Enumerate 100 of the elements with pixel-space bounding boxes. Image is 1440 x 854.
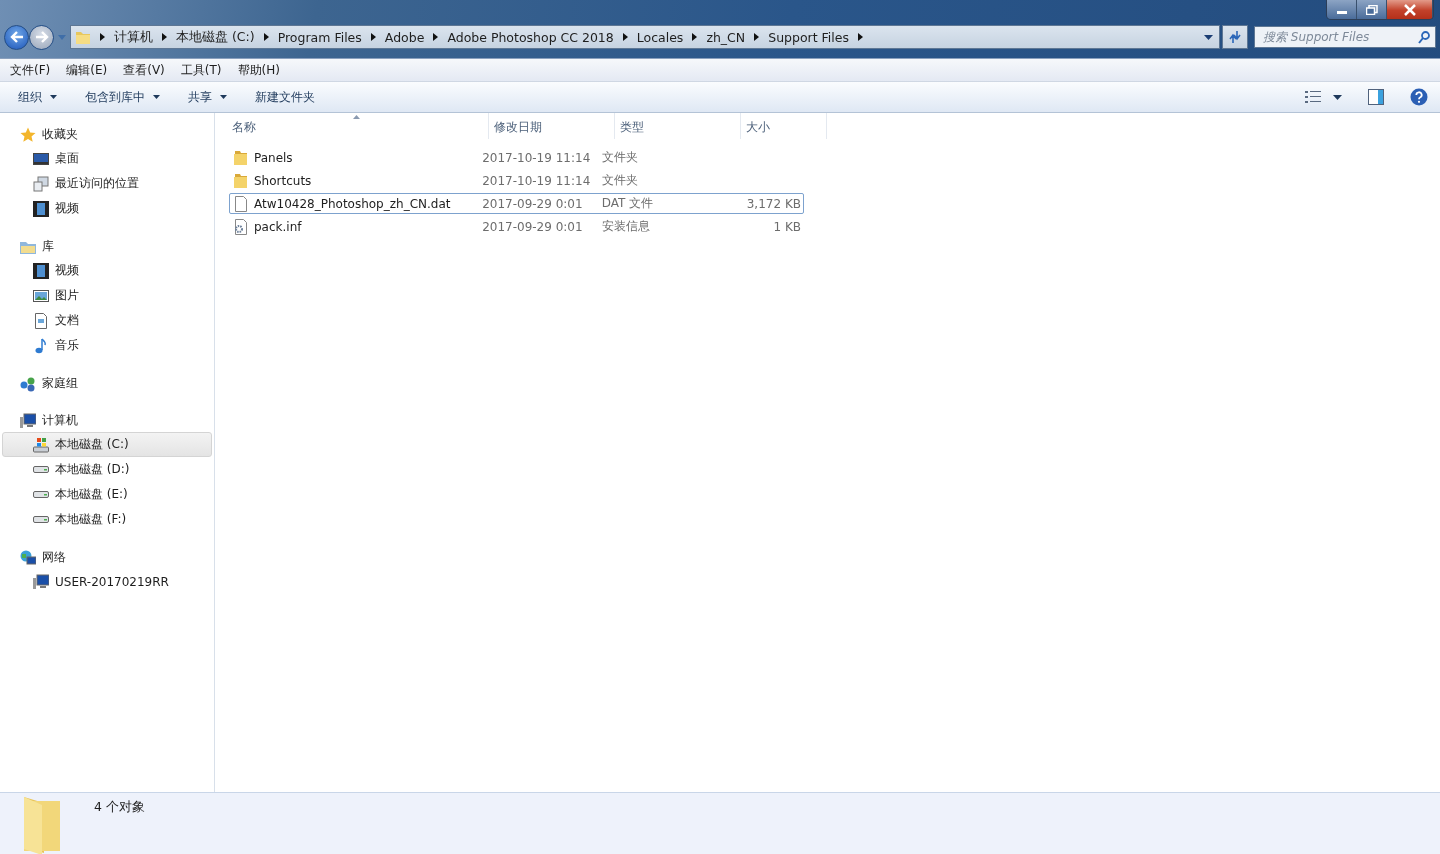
breadcrumb-item[interactable]: Adobe Photoshop CC 2018 xyxy=(447,29,614,45)
breadcrumb-arrow-icon[interactable] xyxy=(100,33,105,41)
file-size: 3,172 KB xyxy=(746,196,801,211)
modified-date: 2017-09-29 0:01 xyxy=(481,219,584,234)
sidebar-item[interactable]: 本地磁盘 (C:) xyxy=(2,432,212,457)
breadcrumb-item[interactable]: Adobe xyxy=(384,29,425,45)
toolbar-button[interactable]: 包含到库中 xyxy=(77,84,168,110)
sidebar-group[interactable]: 网络 xyxy=(0,546,214,569)
file-name: Panels xyxy=(254,150,293,165)
file-type: 安装信息 xyxy=(601,218,651,235)
file-type: 文件夹 xyxy=(601,172,639,189)
homegroup-icon xyxy=(20,375,36,392)
film-icon xyxy=(33,262,49,279)
menu-item[interactable]: 工具(T) xyxy=(180,61,222,79)
column-header[interactable]: 类型 xyxy=(615,113,741,139)
caret-icon xyxy=(50,95,57,99)
sidebar-item[interactable]: 最近访问的位置 xyxy=(2,171,212,196)
search-icon xyxy=(1418,31,1430,44)
modified-date: 2017-10-19 11:14 xyxy=(481,173,592,188)
forward-button[interactable] xyxy=(29,24,54,50)
sidebar-group[interactable]: 计算机 xyxy=(0,409,214,432)
file-row[interactable]: Atw10428_Photoshop_zh_CN.dat 2017-09-29 0:01 DAT 文件 3,172 KB xyxy=(229,193,804,214)
minimize-button[interactable] xyxy=(1327,0,1357,19)
computer-icon xyxy=(20,412,36,429)
breadcrumb-arrow-icon[interactable] xyxy=(858,33,864,41)
file-row[interactable]: Shortcuts 2017-10-19 11:14 文件夹 xyxy=(229,170,804,191)
music-note-icon xyxy=(33,337,49,354)
menu-item[interactable]: 帮助(H) xyxy=(237,61,280,79)
menu-item[interactable]: 查看(V) xyxy=(123,61,165,79)
refresh-button[interactable] xyxy=(1222,25,1248,49)
drive-icon xyxy=(33,436,49,453)
caret-icon xyxy=(1333,94,1342,100)
toolbar-button[interactable]: 新建文件夹 xyxy=(247,84,323,110)
film-icon xyxy=(33,200,49,217)
folder-icon xyxy=(75,29,91,45)
folder-icon xyxy=(233,149,249,166)
sidebar-item[interactable]: 本地磁盘 (D:) xyxy=(2,457,212,482)
star-icon xyxy=(20,126,36,143)
file-size: 1 KB xyxy=(773,219,801,234)
sidebar-item[interactable]: 视频 xyxy=(2,258,212,283)
search-field[interactable]: 搜索 Support Files xyxy=(1254,26,1436,48)
back-button[interactable] xyxy=(4,24,29,50)
sidebar-group[interactable]: 库 xyxy=(0,235,214,258)
menu-item[interactable]: 文件(F) xyxy=(10,61,51,79)
breadcrumb-item[interactable]: 计算机 xyxy=(114,28,153,46)
item-count: 4 个对象 xyxy=(94,799,145,816)
forward-arrow-icon xyxy=(34,31,49,43)
address-dropdown-icon[interactable] xyxy=(1204,34,1213,40)
breadcrumb-arrow-icon[interactable] xyxy=(263,33,269,41)
computer-icon xyxy=(33,573,49,590)
column-header[interactable]: 大小 xyxy=(741,113,827,139)
breadcrumb-arrow-icon[interactable] xyxy=(754,33,760,41)
sidebar-item[interactable]: 本地磁盘 (E:) xyxy=(2,482,212,507)
column-header[interactable]: 修改日期 xyxy=(489,113,615,139)
breadcrumb-item[interactable]: Locales xyxy=(636,29,684,45)
back-arrow-icon xyxy=(9,31,24,43)
sidebar-group[interactable]: 收藏夹 xyxy=(0,123,214,146)
file-row[interactable]: Panels 2017-10-19 11:14 文件夹 xyxy=(229,147,804,168)
breadcrumb-arrow-icon[interactable] xyxy=(622,33,628,41)
restore-button[interactable] xyxy=(1357,0,1387,19)
sidebar-item[interactable]: 视频 xyxy=(2,196,212,221)
file-row[interactable]: pack.inf 2017-09-29 0:01 安装信息 1 KB xyxy=(229,216,804,237)
breadcrumb-item[interactable]: Program Files xyxy=(277,29,362,45)
modified-date: 2017-10-19 11:14 xyxy=(481,150,592,165)
globe-computer-icon xyxy=(20,549,36,566)
drive-icon xyxy=(33,490,49,499)
sidebar-item[interactable]: 文档 xyxy=(2,308,212,333)
menu-item[interactable]: 编辑(E) xyxy=(66,61,108,79)
document-icon xyxy=(33,312,49,329)
address-bar[interactable]: 计算机 本地磁盘 (C:) Program Files Adobe Adobe Photoshop CC 2018 Locales zh_CN Support Files xyxy=(70,25,1220,49)
file-name: Shortcuts xyxy=(254,173,312,188)
file-type: 文件夹 xyxy=(601,149,639,166)
sidebar-item[interactable]: 图片 xyxy=(2,283,212,308)
toolbar-button[interactable]: 共享 xyxy=(180,84,235,110)
breadcrumb-item[interactable]: Support Files xyxy=(768,29,850,45)
file-name: pack.inf xyxy=(254,219,302,234)
breadcrumb-item[interactable]: zh_CN xyxy=(706,29,746,45)
breadcrumb-arrow-icon[interactable] xyxy=(433,33,439,41)
close-button[interactable] xyxy=(1387,0,1433,19)
breadcrumb-arrow-icon[interactable] xyxy=(162,33,167,41)
sidebar-item[interactable]: USER-20170219RR xyxy=(2,569,212,594)
sidebar-item[interactable]: 本地磁盘 (F:) xyxy=(2,507,212,532)
breadcrumb-item[interactable]: 本地磁盘 (C:) xyxy=(176,28,255,46)
caret-icon xyxy=(153,95,160,99)
monitor-icon xyxy=(33,150,49,167)
toolbar-button[interactable]: 组织 xyxy=(10,84,65,110)
blank-file-icon xyxy=(233,195,249,212)
breadcrumb-arrow-icon[interactable] xyxy=(692,33,698,41)
file-type: DAT 文件 xyxy=(601,195,655,212)
sort-ascending-icon xyxy=(353,115,360,119)
sidebar-item[interactable]: 音乐 xyxy=(2,333,212,358)
recent-places-icon xyxy=(33,175,49,192)
breadcrumb-arrow-icon[interactable] xyxy=(370,33,376,41)
caret-icon xyxy=(220,95,227,99)
close-icon xyxy=(1402,3,1417,16)
drive-icon xyxy=(33,465,49,474)
modified-date: 2017-09-29 0:01 xyxy=(481,196,584,211)
sidebar-group[interactable]: 家庭组 xyxy=(0,372,214,395)
preview-pane-icon xyxy=(1368,89,1384,105)
sidebar-item[interactable]: 桌面 xyxy=(2,146,212,171)
